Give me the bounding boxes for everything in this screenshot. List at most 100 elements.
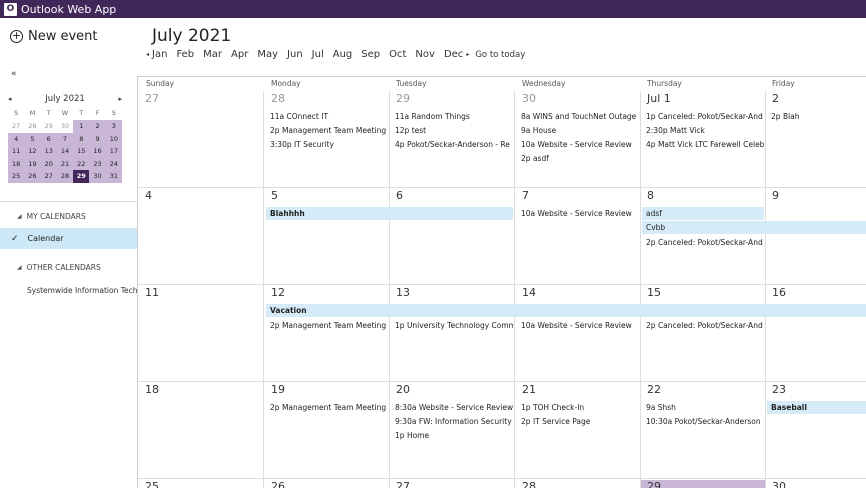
month-oct[interactable]: Oct (389, 49, 406, 60)
mini-day[interactable]: 8 (73, 132, 90, 145)
next-month-icon[interactable]: ▸ (466, 51, 469, 58)
day-number[interactable]: 8 (647, 189, 654, 202)
mini-day[interactable]: 21 (56, 157, 74, 170)
mini-day[interactable]: 31 (105, 170, 122, 183)
mini-month-label[interactable]: July 2021 (45, 94, 85, 104)
day-number[interactable]: 14 (522, 286, 536, 299)
day-number[interactable]: 28 (271, 92, 285, 105)
calendar-event[interactable]: 2p Management Team Meeting (270, 403, 388, 412)
calendar-event[interactable]: 2:30p Matt Vick (646, 126, 764, 135)
mini-day[interactable]: 2 (89, 120, 106, 133)
calendar-event[interactable]: 2p Management Team Meeting (270, 321, 388, 330)
calendar-event[interactable]: 2p Blah (771, 112, 866, 121)
go-to-today-link[interactable]: Go to today (475, 50, 525, 60)
day-number[interactable]: 13 (396, 286, 410, 299)
new-event-button[interactable]: + New event (10, 29, 98, 44)
mini-day[interactable]: 25 (8, 170, 25, 183)
calendar-event[interactable]: 4p Pokot/Seckar-Anderson - Re (395, 140, 513, 149)
other-calendar-item[interactable]: Systemwide Information Technology (27, 286, 137, 295)
mini-day[interactable]: 29 (73, 170, 90, 183)
all-day-event-bar[interactable]: Blahhhh (266, 207, 513, 220)
day-number[interactable]: 16 (772, 286, 786, 299)
calendar-event[interactable]: 2p Canceled: Pokot/Seckar-And (646, 238, 764, 247)
day-number[interactable]: 2 (772, 92, 779, 105)
mini-day[interactable]: 6 (40, 132, 57, 145)
mini-day[interactable]: 9 (89, 132, 106, 145)
mini-day[interactable]: 11 (8, 145, 25, 158)
calendar-event[interactable]: 4p Matt Vick LTC Farewell Celeb (646, 140, 764, 149)
app-title[interactable]: Outlook Web App (21, 3, 116, 16)
day-number[interactable]: 6 (396, 189, 403, 202)
day-number[interactable]: 5 (271, 189, 278, 202)
day-number[interactable]: 9 (772, 189, 779, 202)
mini-day[interactable]: 27 (40, 170, 57, 183)
mini-day[interactable]: 7 (56, 132, 74, 145)
mini-day[interactable]: 5 (24, 132, 41, 145)
mini-day[interactable]: 28 (24, 120, 40, 133)
calendar-event[interactable]: 2p asdf (521, 154, 639, 163)
day-number[interactable]: 4 (145, 189, 152, 202)
day-number[interactable]: 27 (145, 92, 159, 105)
all-day-event-bar[interactable]: Baseball (767, 401, 866, 414)
month-sep[interactable]: Sep (361, 49, 380, 60)
day-number[interactable]: 11 (145, 286, 159, 299)
mini-day[interactable]: 24 (105, 157, 122, 170)
mini-day[interactable]: 17 (105, 145, 122, 158)
calendar-event[interactable]: 2p Management Team Meeting (270, 126, 388, 135)
my-calendars-header[interactable]: ◢ MY CALENDARS (17, 212, 86, 221)
other-calendars-header[interactable]: ◢ OTHER CALENDARS (17, 263, 101, 272)
mini-day[interactable]: 20 (40, 157, 57, 170)
mini-day[interactable]: 27 (8, 120, 24, 133)
month-mar[interactable]: Mar (203, 49, 222, 60)
mini-prev-month-icon[interactable]: ◂ (8, 95, 12, 103)
month-jun[interactable]: Jun (287, 49, 303, 60)
day-number[interactable]: 20 (396, 383, 410, 396)
day-number[interactable]: 30 (522, 92, 536, 105)
month-feb[interactable]: Feb (176, 49, 194, 60)
calendar-event[interactable]: 2p Canceled: Pokot/Seckar-And (646, 321, 764, 330)
calendar-event[interactable]: 1p TOH Check-In (521, 403, 639, 412)
calendar-event[interactable]: 8a WINS and TouchNet Outage (521, 112, 639, 121)
mini-day[interactable]: 26 (24, 170, 41, 183)
calendar-event[interactable]: 9:30a FW: Information Security (395, 417, 513, 426)
calendar-event[interactable]: 10:30a Pokot/Seckar-Anderson (646, 417, 764, 426)
mini-day[interactable]: 30 (57, 120, 73, 133)
calendar-event[interactable]: 9a House (521, 126, 639, 135)
calendar-event[interactable]: 10a Website - Service Review (521, 140, 639, 149)
month-jul[interactable]: Jul (312, 49, 324, 60)
calendar-event[interactable]: 11a COnnect IT (270, 112, 388, 121)
mini-day[interactable]: 1 (73, 120, 90, 133)
calendar-item[interactable]: ✓ Calendar (0, 228, 137, 249)
mini-day[interactable]: 29 (41, 120, 57, 133)
month-may[interactable]: May (257, 49, 278, 60)
mini-day[interactable]: 12 (24, 145, 41, 158)
calendar-event[interactable]: 1p Canceled: Pokot/Seckar-And (646, 112, 764, 121)
calendar-event[interactable]: 10a Website - Service Review (521, 209, 639, 218)
mini-day[interactable]: 15 (73, 145, 90, 158)
calendar-event[interactable]: 11a Random Things (395, 112, 513, 121)
mini-day[interactable]: 3 (105, 120, 122, 133)
mini-day[interactable]: 4 (8, 132, 25, 145)
calendar-event[interactable]: 2p IT Service Page (521, 417, 639, 426)
mini-next-month-icon[interactable]: ▸ (118, 95, 122, 103)
mini-day[interactable]: 22 (73, 157, 90, 170)
month-nov[interactable]: Nov (415, 49, 435, 60)
calendar-event[interactable]: 9a Shsh (646, 403, 764, 412)
month-jan[interactable]: Jan (152, 49, 167, 60)
mini-day[interactable]: 23 (89, 157, 106, 170)
all-day-event-bar[interactable]: Cvbb (642, 221, 866, 234)
prev-month-icon[interactable]: ◂ (146, 51, 149, 58)
day-number[interactable]: 7 (522, 189, 529, 202)
mini-day[interactable]: 19 (24, 157, 41, 170)
all-day-event-bar[interactable]: adsf (642, 207, 764, 220)
mini-day[interactable]: 18 (8, 157, 25, 170)
all-day-event-bar[interactable]: Vacation (266, 304, 866, 317)
mini-day[interactable]: 16 (89, 145, 106, 158)
calendar-event[interactable]: 3:30p IT Security (270, 140, 388, 149)
day-number[interactable]: 12 (271, 286, 285, 299)
mini-day[interactable]: 13 (40, 145, 57, 158)
day-number[interactable]: 15 (647, 286, 661, 299)
calendar-event[interactable]: 8:30a Website - Service Review (395, 403, 513, 412)
day-number[interactable]: 23 (772, 383, 786, 396)
day-number[interactable]: 29 (396, 92, 410, 105)
